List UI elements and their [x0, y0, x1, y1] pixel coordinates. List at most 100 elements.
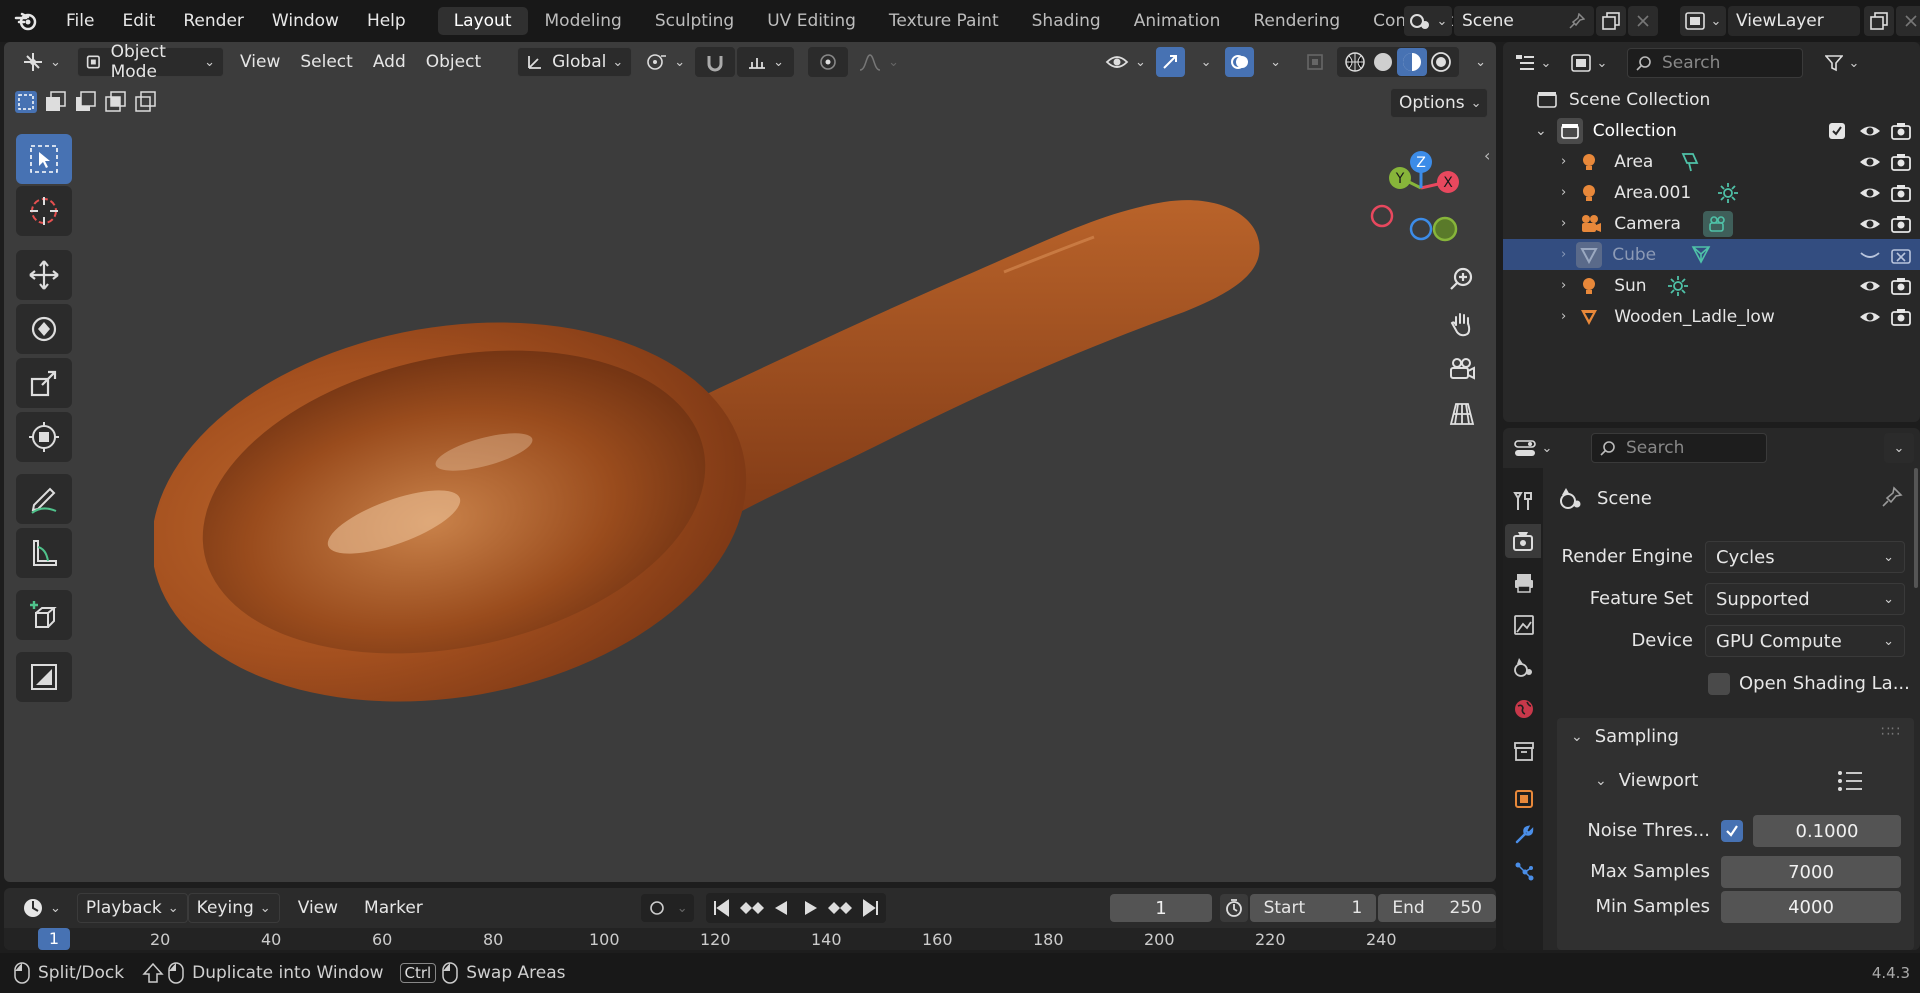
view-layer-name-field[interactable]: ViewLayer	[1728, 6, 1860, 36]
menu-render[interactable]: Render	[169, 11, 258, 31]
render-disabled-icon[interactable]	[1891, 246, 1911, 264]
noise-threshold-field[interactable]: 0.1000	[1753, 815, 1901, 847]
wooden-ladle-model[interactable]	[154, 182, 1384, 822]
collection-eye-icon[interactable]	[1859, 123, 1881, 139]
current-frame-field[interactable]: 1	[1109, 894, 1213, 922]
prev-keyframe-icon[interactable]	[736, 896, 766, 920]
presets-list-icon[interactable]	[1837, 770, 1863, 792]
outliner-search-field[interactable]: Search	[1627, 48, 1803, 78]
shading-dropdown-icon[interactable]: ⌄	[1459, 47, 1496, 77]
drag-handle-icon[interactable]: ∷∷	[1881, 724, 1901, 740]
preview-range-icon[interactable]	[1220, 894, 1248, 922]
scene-tab-icon[interactable]	[1513, 656, 1535, 678]
zoom-icon[interactable]	[1442, 259, 1482, 299]
material-preview-shading-icon[interactable]	[1397, 48, 1428, 76]
render-camera-icon[interactable]	[1891, 215, 1911, 233]
timeline-marker-menu[interactable]: Marker	[354, 893, 433, 923]
start-frame-field[interactable]: Start 1	[1249, 894, 1377, 922]
snap-target-icon[interactable]: ⌄	[737, 47, 795, 77]
properties-scrollbar[interactable]	[1914, 468, 1918, 588]
pin-icon[interactable]	[1564, 6, 1590, 36]
outliner-item-sun[interactable]: › Sun	[1503, 270, 1920, 301]
play-icon[interactable]	[796, 896, 826, 920]
overlays-toggle-icon[interactable]	[1225, 47, 1255, 77]
modifier-tab-icon[interactable]	[1513, 824, 1535, 846]
tab-texture-paint[interactable]: Texture Paint	[873, 7, 1015, 35]
solid-shading-icon[interactable]	[1369, 50, 1397, 74]
sidebar-toggle-icon[interactable]: ‹	[1484, 146, 1490, 165]
wireframe-shading-icon[interactable]	[1341, 50, 1369, 74]
frame-ruler[interactable]: 1 20 40 60 80 100 120 140 160 180 200 22…	[4, 928, 1496, 950]
camera-view-icon[interactable]	[1442, 349, 1482, 389]
overlays-dropdown-icon[interactable]: ⌄	[1254, 47, 1291, 77]
outliner-item-area-001[interactable]: › Area.001	[1503, 177, 1920, 208]
world-tab-icon[interactable]	[1513, 698, 1535, 720]
tab-animation[interactable]: Animation	[1118, 7, 1237, 35]
outliner-item-wooden-ladle[interactable]: › Wooden_Ladle_low	[1503, 301, 1920, 332]
measure-tool[interactable]	[16, 528, 72, 578]
render-camera-icon[interactable]	[1891, 308, 1911, 326]
menu-add[interactable]: Add	[363, 47, 416, 77]
select-extend-icon[interactable]	[44, 90, 68, 114]
eye-icon[interactable]	[1859, 185, 1881, 201]
outliner-item-camera[interactable]: › Camera	[1503, 208, 1920, 239]
navigation-gizmo[interactable]: X Y Z	[1364, 142, 1484, 252]
render-camera-icon[interactable]	[1891, 184, 1911, 202]
expand-chevron-icon[interactable]: ›	[1561, 185, 1566, 200]
filter-icon[interactable]: ⌄	[1821, 48, 1863, 78]
gizmo-dropdown-icon[interactable]: ⌄	[1185, 47, 1222, 77]
visibility-icon[interactable]: ⌄	[1095, 47, 1156, 77]
select-intersect-icon[interactable]	[134, 90, 158, 114]
menu-view[interactable]: View	[230, 47, 290, 77]
pan-hand-icon[interactable]	[1442, 304, 1482, 344]
keying-menu[interactable]: Keying ⌄	[187, 893, 280, 923]
max-samples-field[interactable]: 7000	[1721, 856, 1901, 888]
osl-checkbox[interactable]	[1708, 673, 1730, 695]
tab-shading[interactable]: Shading	[1016, 7, 1117, 35]
select-invert-icon[interactable]	[104, 90, 128, 114]
eye-icon[interactable]	[1859, 216, 1881, 232]
timeline-editor-type-icon[interactable]: ⌄	[12, 893, 71, 923]
render-engine-dropdown[interactable]: Cycles ⌄	[1705, 541, 1905, 573]
tab-sculpting[interactable]: Sculpting	[639, 7, 750, 35]
properties-options-icon[interactable]: ⌄	[1884, 433, 1914, 463]
expand-chevron-icon[interactable]: ›	[1561, 278, 1566, 293]
device-dropdown[interactable]: GPU Compute ⌄	[1705, 625, 1905, 657]
new-scene-icon[interactable]	[1596, 6, 1626, 36]
sun-light-icon[interactable]	[1717, 182, 1739, 204]
playhead[interactable]: 1	[38, 928, 70, 950]
scale-tool[interactable]	[16, 358, 72, 408]
play-reverse-icon[interactable]	[766, 896, 796, 920]
tool-settings-tab-icon[interactable]	[1513, 490, 1535, 512]
eye-closed-icon[interactable]	[1859, 247, 1881, 263]
collection-row[interactable]: ⌄ Collection	[1503, 115, 1920, 146]
jump-start-icon[interactable]	[706, 896, 736, 920]
scene-collection-row[interactable]: Scene Collection	[1503, 84, 1920, 115]
eye-icon[interactable]	[1859, 309, 1881, 325]
menu-select[interactable]: Select	[290, 47, 362, 77]
end-frame-field[interactable]: End 250	[1378, 894, 1496, 922]
add-cube-tool[interactable]	[16, 590, 72, 640]
mesh-data-icon[interactable]	[1690, 244, 1712, 266]
keying-set-dropdown-icon[interactable]: ⌄	[677, 901, 688, 916]
display-mode-icon[interactable]: ⌄	[1565, 48, 1613, 78]
tab-modeling[interactable]: Modeling	[529, 7, 638, 35]
next-keyframe-icon[interactable]	[826, 896, 856, 920]
delete-scene-icon[interactable]	[1628, 6, 1658, 36]
menu-window[interactable]: Window	[258, 11, 353, 31]
playback-menu[interactable]: Playback ⌄	[76, 893, 188, 923]
eye-icon[interactable]	[1859, 278, 1881, 294]
noise-threshold-checkbox[interactable]	[1721, 820, 1743, 842]
outliner-item-area[interactable]: › Area	[1503, 146, 1920, 177]
xray-toggle-icon[interactable]	[1295, 47, 1335, 77]
expand-chevron-icon[interactable]: ›	[1561, 216, 1566, 231]
options-dropdown[interactable]: Options ⌄	[1390, 88, 1488, 118]
proportional-editing-icon[interactable]	[808, 47, 849, 77]
editor-type-icon[interactable]: ⌄	[12, 47, 71, 77]
move-tool[interactable]	[16, 250, 72, 300]
select-box-tool[interactable]	[16, 134, 72, 184]
menu-edit[interactable]: Edit	[108, 11, 169, 31]
feature-set-dropdown[interactable]: Supported ⌄	[1705, 583, 1905, 615]
annotate-tool[interactable]	[16, 474, 72, 524]
pin-icon[interactable]	[1881, 486, 1903, 508]
